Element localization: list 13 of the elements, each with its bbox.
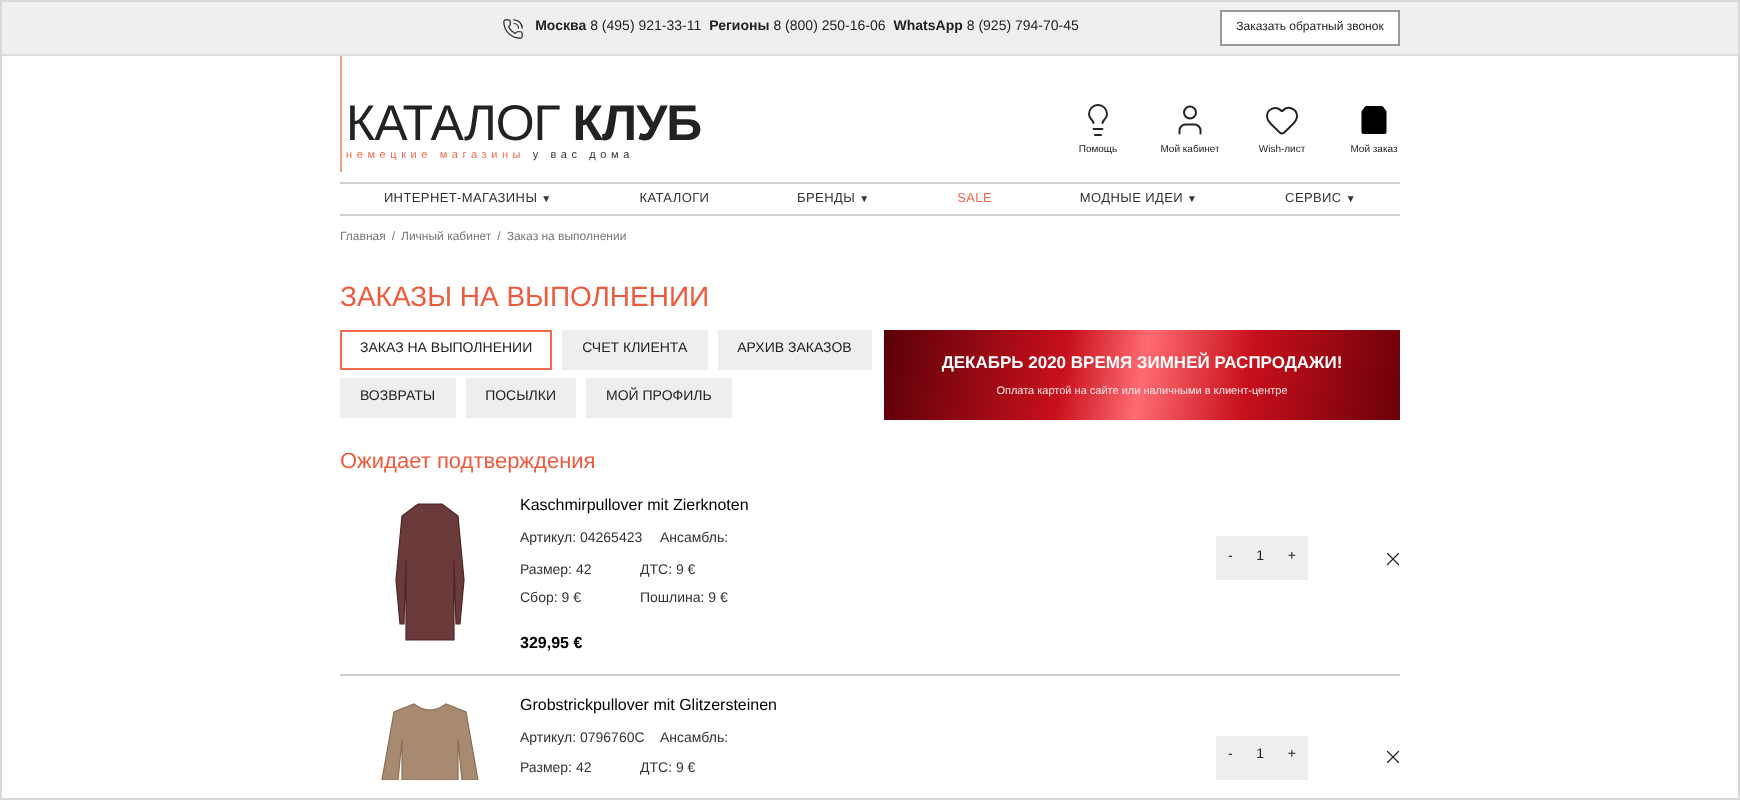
sweater-drawing bbox=[378, 699, 482, 779]
product-name[interactable]: Kaschmirpullover mit Zierknoten bbox=[520, 494, 920, 518]
bag-icon bbox=[1356, 101, 1392, 137]
section-title: Ожидает подтверждения bbox=[340, 450, 598, 476]
product-name[interactable]: Grobstrickpullover mit Glitzersteinen bbox=[520, 693, 920, 717]
page-title: ЗАКАЗЫ НА ВЫПОЛНЕНИИ bbox=[340, 280, 712, 312]
close-icon bbox=[1381, 746, 1403, 768]
close-icon bbox=[1381, 547, 1403, 569]
phone-icon bbox=[501, 17, 524, 39]
coat-drawing bbox=[392, 500, 468, 644]
price: 329,95 € bbox=[520, 631, 585, 655]
heart-icon bbox=[1264, 101, 1300, 137]
banner-title: ДЕКАБРЬ 2020 ВРЕМЯ ЗИМНЕЙ РАСПРОДАЖИ! bbox=[941, 350, 1343, 376]
